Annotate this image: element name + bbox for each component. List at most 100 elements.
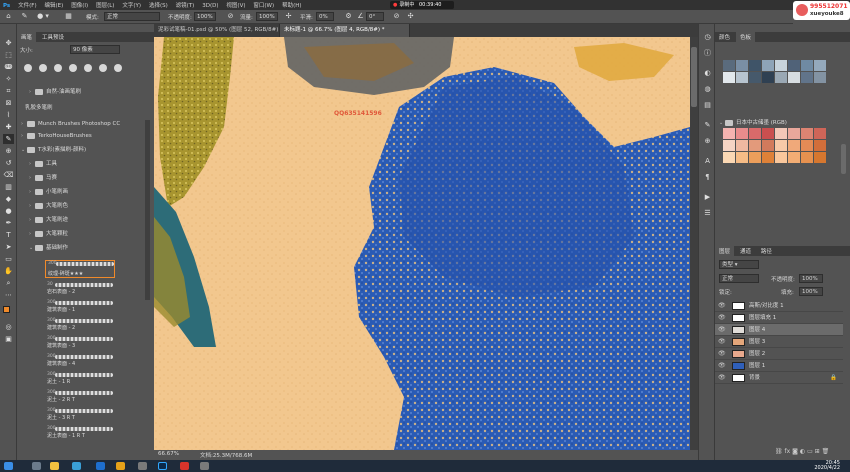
tab-brushes[interactable]: 画笔	[17, 32, 37, 42]
chrome-icon[interactable]	[116, 462, 125, 470]
actions-icon[interactable]: ▶	[702, 192, 713, 202]
color-swatch[interactable]	[723, 152, 735, 163]
color-swatch[interactable]	[736, 128, 748, 139]
color-swatch[interactable]	[736, 60, 748, 71]
color-swatch[interactable]	[762, 128, 774, 139]
list-item[interactable]: › 工具	[27, 158, 57, 170]
path-select-icon[interactable]: ➤	[3, 242, 14, 252]
color-swatch[interactable]	[788, 72, 800, 83]
color-swatch[interactable]	[723, 72, 735, 83]
color-swatch[interactable]	[814, 72, 826, 83]
layer-row[interactable]: 👁 图层 3	[715, 336, 843, 348]
canvas[interactable]: QQ635141596	[154, 37, 690, 450]
zoom-level[interactable]: 66.67%	[158, 451, 179, 457]
menu-help[interactable]: 帮助(H)	[279, 0, 304, 10]
list-item[interactable]: 300 泥土表面 - 1 R T	[45, 426, 115, 439]
history-brush-icon[interactable]: ↺	[3, 158, 14, 168]
layer-row[interactable]: 👁 图层 2	[715, 348, 843, 360]
list-item[interactable]: 乳胶多笔刷	[23, 102, 53, 114]
app-icon[interactable]	[96, 462, 105, 470]
app-icon[interactable]	[200, 462, 209, 470]
type-tool-icon[interactable]: T	[3, 230, 14, 240]
group-icon[interactable]: ▭	[807, 448, 813, 455]
color-swatch[interactable]	[788, 140, 800, 151]
quick-mask-icon[interactable]: ◎	[3, 322, 14, 332]
mode-select[interactable]: 正常	[104, 12, 160, 21]
list-item[interactable]: › 自然-油画笔刷	[27, 86, 81, 98]
menu-view[interactable]: 视图(V)	[223, 0, 248, 10]
tab-color[interactable]: 颜色	[715, 32, 734, 42]
task-view-icon[interactable]	[32, 462, 41, 470]
color-swatch[interactable]	[723, 60, 735, 71]
color-swatch[interactable]	[749, 140, 761, 151]
list-item[interactable]: 300 泥土 - 3 R T	[45, 408, 115, 421]
list-item[interactable]: › 大笔刷迹	[27, 214, 68, 226]
tab-channels[interactable]: 通道	[736, 246, 755, 256]
color-swatch[interactable]	[775, 152, 787, 163]
color-swatch[interactable]	[814, 128, 826, 139]
layer-row[interactable]: 👁 图层填充 1	[715, 312, 843, 324]
list-item[interactable]: 300 建筑表面 - 4	[45, 354, 115, 367]
fill-field[interactable]: 100%	[799, 287, 823, 296]
move-tool-icon[interactable]: ✥	[3, 38, 14, 48]
crop-tool-icon[interactable]: ⌗	[3, 86, 14, 96]
brush-list-scrollbar[interactable]	[145, 120, 150, 300]
color-swatch[interactable]	[723, 128, 735, 139]
layer-opacity-field[interactable]: 100%	[799, 274, 823, 283]
color-swatch[interactable]	[762, 72, 774, 83]
color-swatch[interactable]	[814, 60, 826, 71]
color-swatch[interactable]	[736, 152, 748, 163]
windows-start-icon[interactable]	[4, 462, 13, 470]
color-swatch[interactable]	[788, 152, 800, 163]
brush-tool-icon[interactable]: ✎	[3, 134, 14, 144]
color-swatch[interactable]	[775, 72, 787, 83]
explorer-icon[interactable]	[50, 462, 59, 470]
layer-row[interactable]: 👁 图层 4	[715, 324, 843, 336]
airbrush-icon[interactable]: ✢	[284, 12, 293, 21]
marquee-tool-icon[interactable]: ⬚	[3, 50, 14, 60]
layer-row[interactable]: 👁 高斯/对比度 1	[715, 300, 843, 312]
symmetry-icon[interactable]: ✣	[406, 12, 415, 21]
color-swatch[interactable]	[814, 152, 826, 163]
adjust-icon[interactable]: ◐	[702, 68, 713, 78]
list-item[interactable]: 300 泥土 - 2 R T	[45, 390, 115, 403]
layer-kind-filter[interactable]: 类型 ▾	[719, 260, 759, 269]
list-item[interactable]: › 马赛	[27, 172, 57, 184]
color-swatch[interactable]	[749, 60, 761, 71]
blur-tool-icon[interactable]: ◆	[3, 194, 14, 204]
tab-layers[interactable]: 图层	[715, 246, 735, 256]
swatches-scrollbar[interactable]	[841, 144, 846, 174]
eraser-icon[interactable]: ⌫	[3, 170, 14, 180]
list-item[interactable]: › 小笔刷画	[27, 186, 68, 198]
color-swatch[interactable]	[775, 60, 787, 71]
fx-icon[interactable]: fx	[785, 448, 791, 455]
list-item[interactable]: ⌄ 基础制作	[27, 242, 68, 254]
menu-select[interactable]: 选择(S)	[146, 0, 171, 10]
color-swatch[interactable]	[801, 72, 813, 83]
tab-swatches[interactable]: 色板	[735, 32, 755, 42]
menu-file[interactable]: 文件(F)	[15, 0, 39, 10]
list-item[interactable]: › 大笔刷色	[27, 200, 68, 212]
properties-icon[interactable]: ☰	[702, 208, 713, 218]
list-item[interactable]: 300 纹理-碎斑★★★	[45, 260, 115, 278]
home-icon[interactable]: ⌂	[4, 12, 13, 21]
list-item[interactable]: › TerkoHouseBrushes	[19, 130, 92, 142]
brush-tool-icon[interactable]: ✎	[20, 12, 29, 21]
brush-preset-picker[interactable]: ● ▾	[36, 12, 50, 21]
frame-tool-icon[interactable]: ⊠	[3, 98, 14, 108]
dodge-tool-icon[interactable]: ●	[3, 206, 14, 216]
list-item[interactable]: › 大笔颗粒	[27, 228, 68, 240]
pen-tool-icon[interactable]: ✒	[3, 218, 14, 228]
eyedropper-icon[interactable]: ⌇	[3, 110, 14, 120]
gradient-tool-icon[interactable]: ▥	[3, 182, 14, 192]
color-swatch[interactable]	[801, 128, 813, 139]
angle-field[interactable]: 0°	[366, 12, 384, 21]
color-swatch[interactable]	[736, 140, 748, 151]
color-swatch[interactable]	[762, 60, 774, 71]
quick-select-icon[interactable]: ✧	[3, 74, 14, 84]
new-layer-icon[interactable]: ⊞	[815, 448, 820, 455]
color-swatch[interactable]	[801, 140, 813, 151]
color-swatch[interactable]	[814, 140, 826, 151]
color-icon[interactable]: ◍	[702, 84, 713, 94]
color-swatch[interactable]	[736, 72, 748, 83]
